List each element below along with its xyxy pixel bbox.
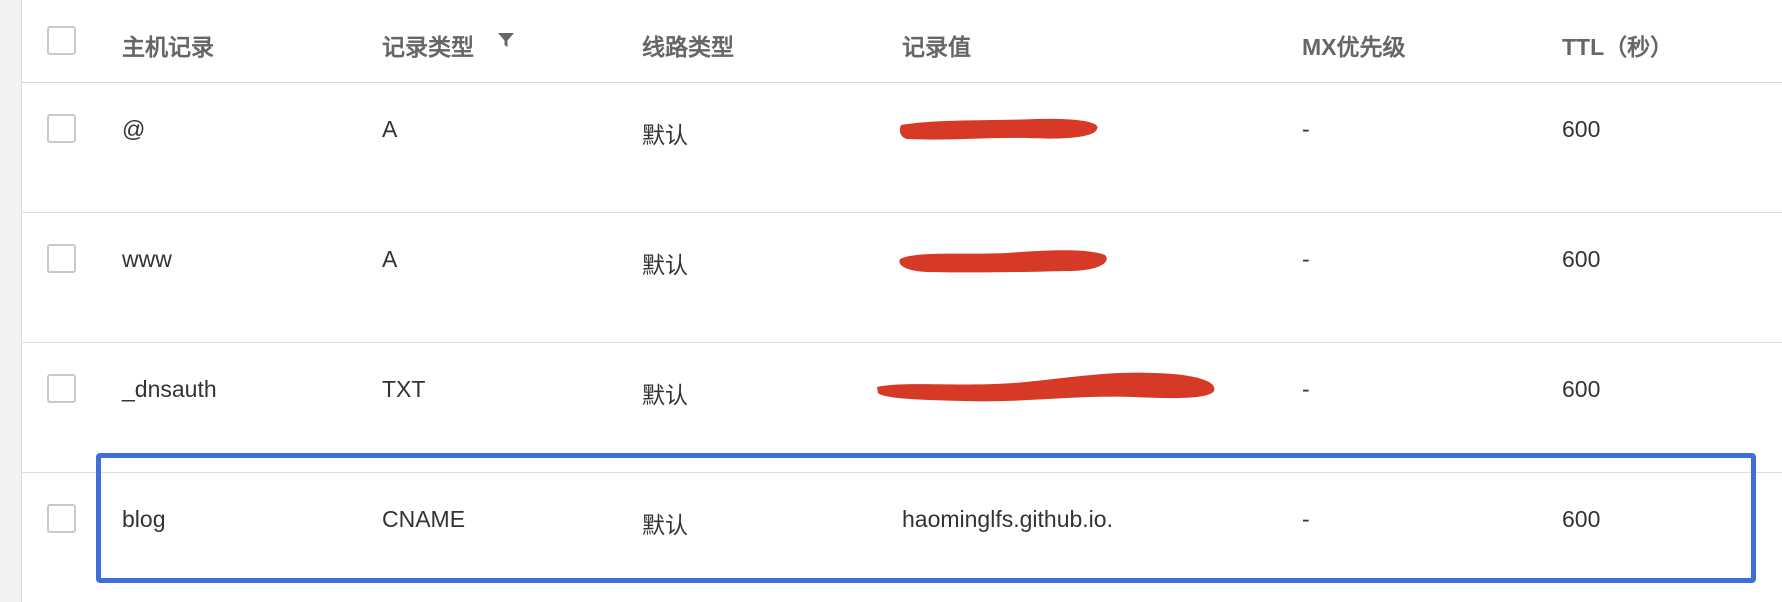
- ttl-cell: 600: [1562, 246, 1601, 272]
- ttl-cell: 600: [1562, 116, 1601, 142]
- column-header-host[interactable]: 主机记录: [122, 28, 214, 62]
- mx-cell: -: [1302, 116, 1310, 142]
- ttl-cell: 600: [1562, 376, 1601, 402]
- row-checkbox[interactable]: [47, 374, 76, 403]
- host-cell: @: [122, 116, 146, 142]
- table-row[interactable]: blog CNAME 默认 haominglfs.github.io. - 60…: [22, 473, 1782, 602]
- line-cell: 默认: [642, 382, 688, 408]
- type-cell: A: [382, 116, 398, 142]
- host-cell: blog: [122, 506, 166, 532]
- filter-icon[interactable]: [496, 30, 516, 50]
- column-header-value[interactable]: 记录值: [902, 28, 971, 62]
- table-row[interactable]: _dnsauth TXT 默认 - 600: [22, 343, 1782, 473]
- type-cell: TXT: [382, 376, 426, 402]
- row-checkbox[interactable]: [47, 114, 76, 143]
- ttl-cell: 600: [1562, 506, 1601, 532]
- table-row[interactable]: @ A 默认 - 600: [22, 83, 1782, 213]
- column-header-type[interactable]: 记录类型: [382, 28, 474, 62]
- column-header-ttl[interactable]: TTL（秒）: [1562, 28, 1673, 62]
- redaction-mark: [899, 250, 1107, 273]
- select-all-checkbox[interactable]: [47, 26, 76, 55]
- table-header: 主机记录 记录类型 线路类型 记录值 MX优先级 TTL（秒）: [22, 0, 1782, 83]
- mx-cell: -: [1302, 246, 1310, 272]
- line-cell: 默认: [642, 122, 688, 148]
- mx-cell: -: [1302, 506, 1310, 532]
- row-checkbox[interactable]: [47, 504, 76, 533]
- table-row[interactable]: www A 默认 - 600: [22, 213, 1782, 343]
- dns-records-table: 主机记录 记录类型 线路类型 记录值 MX优先级 TTL（秒） @ A 默认 -…: [21, 0, 1782, 602]
- mx-cell: -: [1302, 376, 1310, 402]
- host-cell: _dnsauth: [122, 376, 217, 402]
- type-cell: CNAME: [382, 506, 466, 532]
- type-cell: A: [382, 246, 398, 272]
- redaction-mark: [899, 118, 1098, 140]
- value-cell: haominglfs.github.io.: [902, 506, 1113, 532]
- line-cell: 默认: [642, 512, 688, 538]
- redaction-mark: [877, 372, 1215, 402]
- host-cell: www: [122, 246, 172, 272]
- row-checkbox[interactable]: [47, 244, 76, 273]
- column-header-line[interactable]: 线路类型: [642, 28, 734, 62]
- column-header-mx[interactable]: MX优先级: [1302, 28, 1406, 62]
- line-cell: 默认: [642, 252, 688, 278]
